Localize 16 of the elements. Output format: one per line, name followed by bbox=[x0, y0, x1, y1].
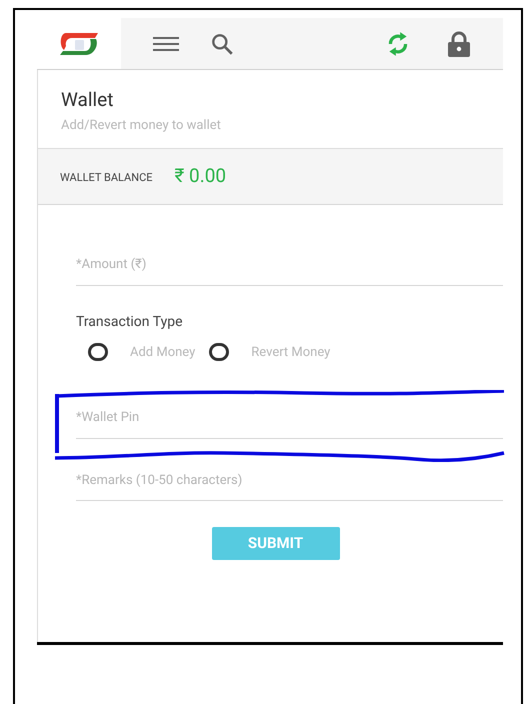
logo-icon bbox=[58, 30, 100, 56]
balance-amount: ₹ 0.00 bbox=[174, 163, 226, 190]
radio-button[interactable] bbox=[88, 343, 108, 362]
amount-field[interactable]: *Amount (₹) bbox=[76, 245, 503, 286]
wallet-pin-field[interactable]: *Wallet Pin bbox=[76, 398, 503, 438]
menu-icon[interactable] bbox=[153, 36, 179, 52]
transaction-type-label: Transaction Type bbox=[76, 312, 184, 332]
remarks-field[interactable]: *Remarks (10-50 characters) bbox=[76, 460, 503, 501]
lock-icon[interactable] bbox=[447, 30, 471, 56]
radio-label[interactable]: Add Money bbox=[130, 342, 196, 362]
radio-label[interactable]: Revert Money bbox=[251, 342, 330, 362]
page-title: Wallet bbox=[61, 87, 114, 113]
submit-button[interactable]: SUBMIT bbox=[212, 527, 340, 560]
radio-button[interactable] bbox=[209, 343, 230, 362]
balance-label: WALLET BALANCE bbox=[60, 170, 152, 186]
page-subtitle: Add/Revert money to wallet bbox=[61, 116, 222, 134]
